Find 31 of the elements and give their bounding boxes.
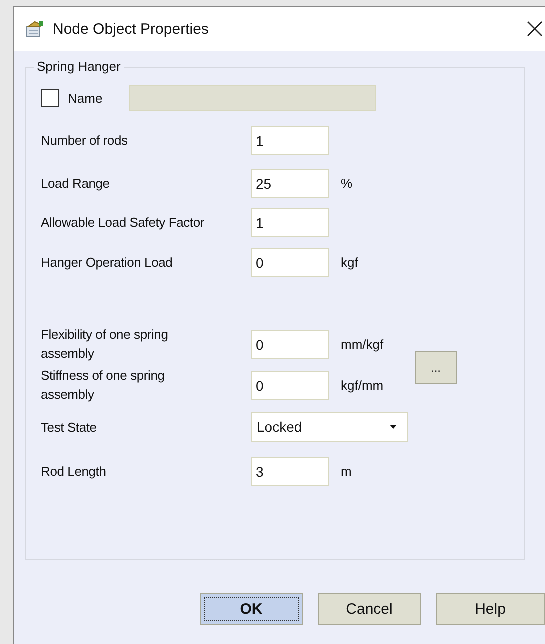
field-label: Flexibility of one spring assembly: [41, 326, 170, 363]
group-title: Spring Hanger: [34, 59, 124, 74]
field-label: Hanger Operation Load: [41, 254, 174, 272]
input-field[interactable]: 25: [251, 168, 329, 198]
input-field[interactable]: 0: [251, 330, 329, 358]
unit-label: mm/kgf: [341, 336, 384, 352]
dropdown[interactable]: Locked: [251, 412, 408, 442]
field-label: Test State: [41, 418, 98, 436]
input-field[interactable]: 3: [251, 456, 329, 486]
field-label: Rod Length: [41, 462, 108, 480]
field-label: Number of rods: [41, 132, 129, 150]
field-label: Stiffness of one spring assembly: [41, 367, 166, 404]
window-app-icon: [25, 19, 45, 39]
unit-label: kgf: [341, 254, 358, 270]
unit-label: %: [341, 176, 353, 190]
browse-button[interactable]: ...: [415, 351, 457, 384]
input-field[interactable]: 1: [251, 126, 329, 154]
unit-label: kgf/mm: [341, 378, 384, 392]
input-field[interactable]: 0: [251, 370, 329, 400]
field-label: Allowable Load Safety Factor: [41, 214, 206, 232]
close-icon[interactable]: [527, 21, 543, 37]
input-field[interactable]: 1: [251, 208, 329, 236]
name-label: Name: [68, 90, 103, 106]
unit-label: m: [341, 464, 352, 478]
dialog-button[interactable]: OK: [200, 593, 303, 625]
dialog-button[interactable]: Cancel: [318, 593, 421, 625]
caret-icon: [390, 425, 397, 429]
field-label: Load Range: [41, 174, 111, 192]
window-title: Node Object Properties: [53, 20, 209, 38]
input-field[interactable]: 0: [251, 248, 329, 276]
dialog-button[interactable]: Help: [436, 593, 545, 625]
